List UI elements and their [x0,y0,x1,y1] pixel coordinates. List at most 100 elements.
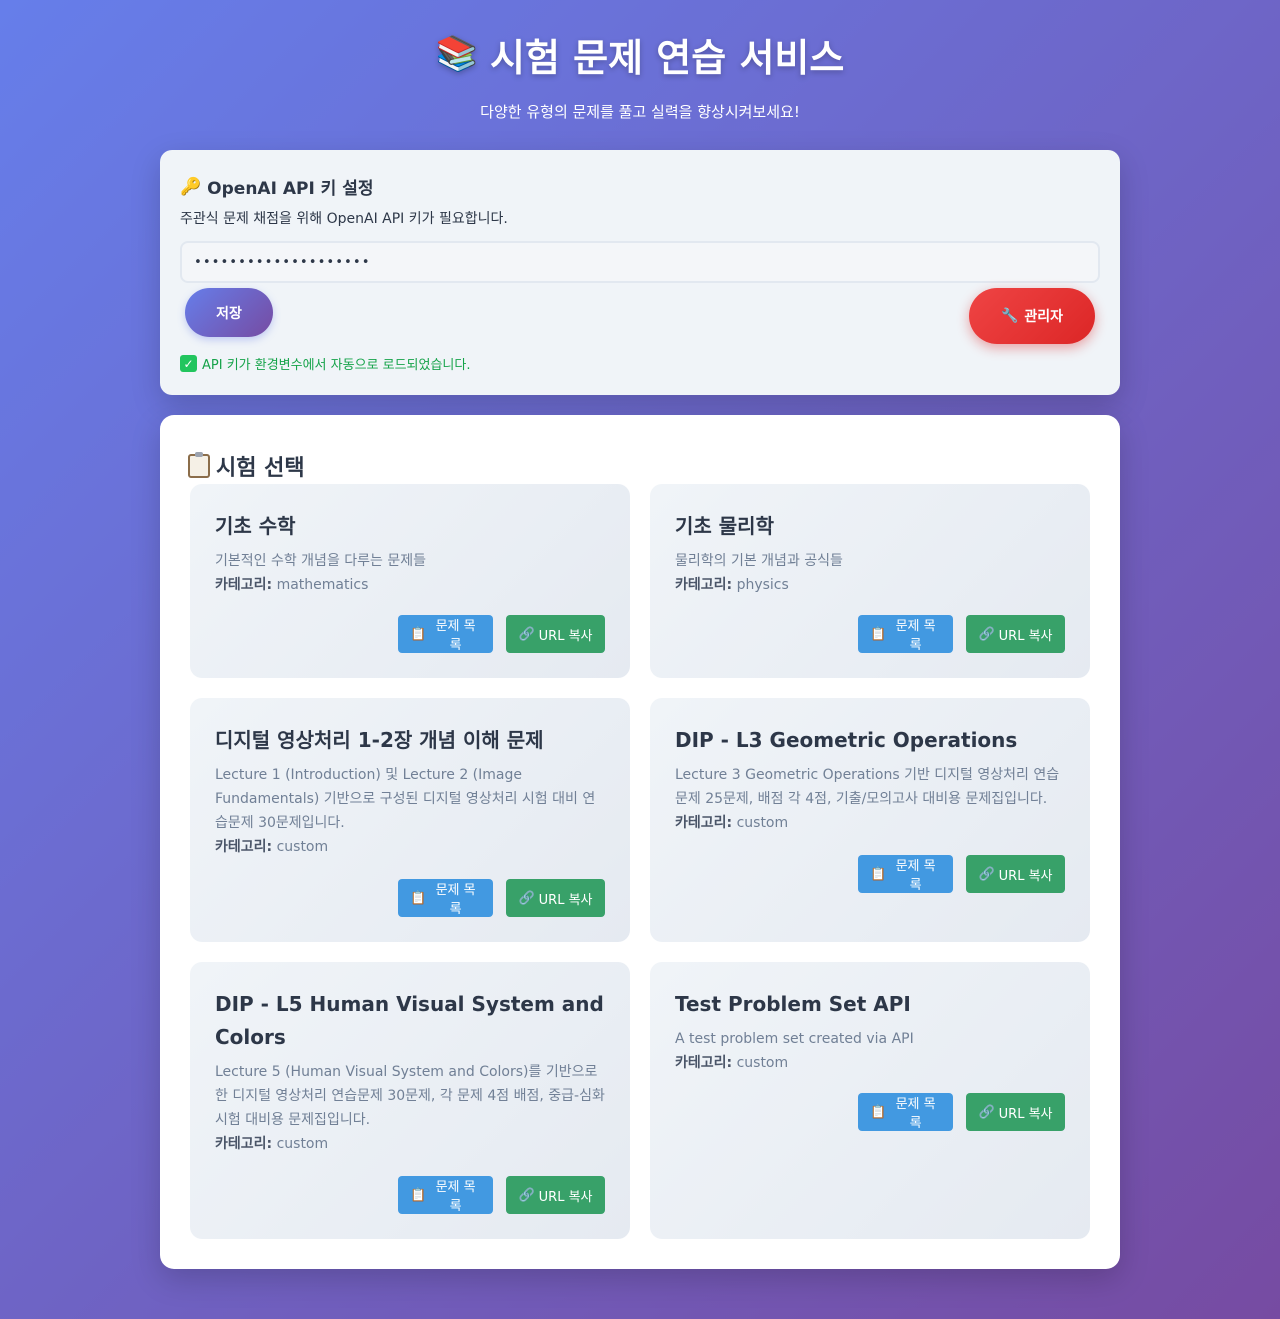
problem-list-label: 문제 목록 [435,883,476,917]
admin-button[interactable]: 🔧 관리자 [969,288,1095,344]
api-key-status-text: API 키가 환경변수에서 자동으로 로드되었습니다. [202,358,471,373]
page-title: 📚 시험 문제 연습 서비스 [0,30,1280,80]
exam-actions: 📋 문제 목록 🔗 URL 복사 [398,615,605,653]
category-value: mathematics [276,577,369,593]
exam-category: 카테고리: physics [675,573,1065,597]
admin-button-label: 관리자 [1024,309,1064,325]
category-label: 카테고리: [215,1136,273,1152]
exam-category: 카테고리: mathematics [215,573,605,597]
api-key-status: ✓ API 키가 환경변수에서 자동으로 로드되었습니다. [180,354,470,373]
link-icon: 🔗 [978,626,995,642]
exam-description: 물리학의 기본 개념과 공식들 [675,553,843,569]
category-value: custom [276,1136,329,1152]
problem-list-button[interactable]: 📋 문제 목록 [858,615,953,653]
problem-list-label: 문제 목록 [435,619,476,653]
problem-list-label: 문제 목록 [435,1180,476,1214]
link-icon: 🔗 [518,890,535,906]
category-value: custom [736,815,789,831]
category-label: 카테고리: [215,577,273,593]
exam-category: 카테고리: custom [675,1051,1065,1075]
api-key-title-text: OpenAI API 키 설정 [207,179,374,199]
exam-title: Test Problem Set API [675,992,911,1016]
link-icon: 🔗 [518,1187,535,1203]
copy-url-label: URL 복사 [538,628,593,644]
problem-list-label: 문제 목록 [895,859,936,893]
page-subtitle: 다양한 유형의 문제를 풀고 실력을 향상시켜보세요! [480,103,800,121]
page-title-text: 시험 문제 연습 서비스 [490,35,845,80]
exam-actions: 📋 문제 목록 🔗 URL 복사 [858,615,1065,653]
copy-url-label: URL 복사 [998,868,1053,884]
category-value: custom [736,1055,789,1071]
api-key-title: 🔑 OpenAI API 키 설정 [180,174,1100,200]
copy-url-button[interactable]: 🔗 URL 복사 [506,1176,605,1214]
link-icon: 🔗 [978,866,995,882]
key-icon: 🔑 [180,176,202,197]
save-button[interactable]: 저장 [185,288,273,337]
check-icon: ✓ [180,355,197,372]
books-icon: 📚 [435,34,478,74]
exam-card: 디지털 영상처리 1-2장 개념 이해 문제 Lecture 1 (Introd… [190,698,630,942]
category-value: physics [736,577,789,593]
problem-list-label: 문제 목록 [895,1097,936,1131]
problem-list-button[interactable]: 📋 문제 목록 [398,879,493,917]
clipboard-icon: 📋 [410,1187,427,1203]
copy-url-label: URL 복사 [998,1106,1053,1122]
exam-title: DIP - L5 Human Visual System and Colors [215,992,604,1049]
copy-url-label: URL 복사 [998,628,1053,644]
exam-card: DIP - L5 Human Visual System and Colors … [190,962,630,1239]
copy-url-button[interactable]: 🔗 URL 복사 [506,615,605,653]
exam-title: 기초 수학 [215,514,296,538]
exam-description: Lecture 1 (Introduction) 및 Lecture 2 (Im… [215,767,596,831]
exam-category: 카테고리: custom [215,835,605,859]
exam-actions: 📋 문제 목록 🔗 URL 복사 [398,879,605,917]
exam-actions: 📋 문제 목록 🔗 URL 복사 [858,855,1065,893]
api-key-description: 주관식 문제 채점을 위해 OpenAI API 키가 필요합니다. [180,211,508,227]
copy-url-button[interactable]: 🔗 URL 복사 [966,1093,1065,1131]
exam-title: DIP - L3 Geometric Operations [675,728,1018,752]
copy-url-button[interactable]: 🔗 URL 복사 [506,879,605,917]
clipboard-icon [188,452,210,478]
exam-card: 기초 물리학 물리학의 기본 개념과 공식들 카테고리: physics 📋 문제… [650,484,1090,678]
section-title-text: 시험 선택 [216,456,305,481]
exam-description: 기본적인 수학 개념을 다루는 문제들 [215,553,426,569]
exam-actions: 📋 문제 목록 🔗 URL 복사 [398,1176,605,1214]
exam-title: 디지털 영상처리 1-2장 개념 이해 문제 [215,728,544,752]
exam-card: DIP - L3 Geometric Operations Lecture 3 … [650,698,1090,942]
page-header: 📚 시험 문제 연습 서비스 다양한 유형의 문제를 풀고 실력을 향상시켜보세… [0,0,1280,122]
clipboard-icon: 📋 [870,866,887,882]
clipboard-icon: 📋 [870,626,887,642]
exam-category: 카테고리: custom [675,811,1065,835]
section-title: 시험 선택 [188,450,305,482]
category-value: custom [276,839,329,855]
link-icon: 🔗 [978,1104,995,1120]
exam-category: 카테고리: custom [215,1132,605,1156]
copy-url-button[interactable]: 🔗 URL 복사 [966,855,1065,893]
category-label: 카테고리: [675,815,733,831]
wrench-icon: 🔧 [1000,308,1019,324]
copy-url-button[interactable]: 🔗 URL 복사 [966,615,1065,653]
exam-actions: 📋 문제 목록 🔗 URL 복사 [858,1093,1065,1131]
category-label: 카테고리: [215,839,273,855]
exam-description: Lecture 3 Geometric Operations 기반 디지털 영상… [675,767,1060,807]
exam-description: A test problem set created via API [675,1031,914,1047]
problem-list-button[interactable]: 📋 문제 목록 [398,1176,493,1214]
problem-list-button[interactable]: 📋 문제 목록 [858,1093,953,1131]
problem-list-button[interactable]: 📋 문제 목록 [398,615,493,653]
clipboard-icon: 📋 [410,626,427,642]
api-key-panel: 🔑 OpenAI API 키 설정 주관식 문제 채점을 위해 OpenAI A… [160,150,1120,395]
api-key-input[interactable] [180,241,1100,283]
copy-url-label: URL 복사 [538,1189,593,1205]
link-icon: 🔗 [518,626,535,642]
exam-title: 기초 물리학 [675,514,774,538]
clipboard-icon: 📋 [870,1104,887,1120]
category-label: 카테고리: [675,1055,733,1071]
exam-card: Test Problem Set API A test problem set … [650,962,1090,1239]
clipboard-icon: 📋 [410,890,427,906]
category-label: 카테고리: [675,577,733,593]
exam-selection-panel: 시험 선택 기초 수학 기본적인 수학 개념을 다루는 문제들 카테고리: ma… [160,415,1120,1269]
exam-description: Lecture 5 (Human Visual System and Color… [215,1064,605,1128]
problem-list-button[interactable]: 📋 문제 목록 [858,855,953,893]
exam-card: 기초 수학 기본적인 수학 개념을 다루는 문제들 카테고리: mathemat… [190,484,630,678]
copy-url-label: URL 복사 [538,892,593,908]
problem-list-label: 문제 목록 [895,619,936,653]
